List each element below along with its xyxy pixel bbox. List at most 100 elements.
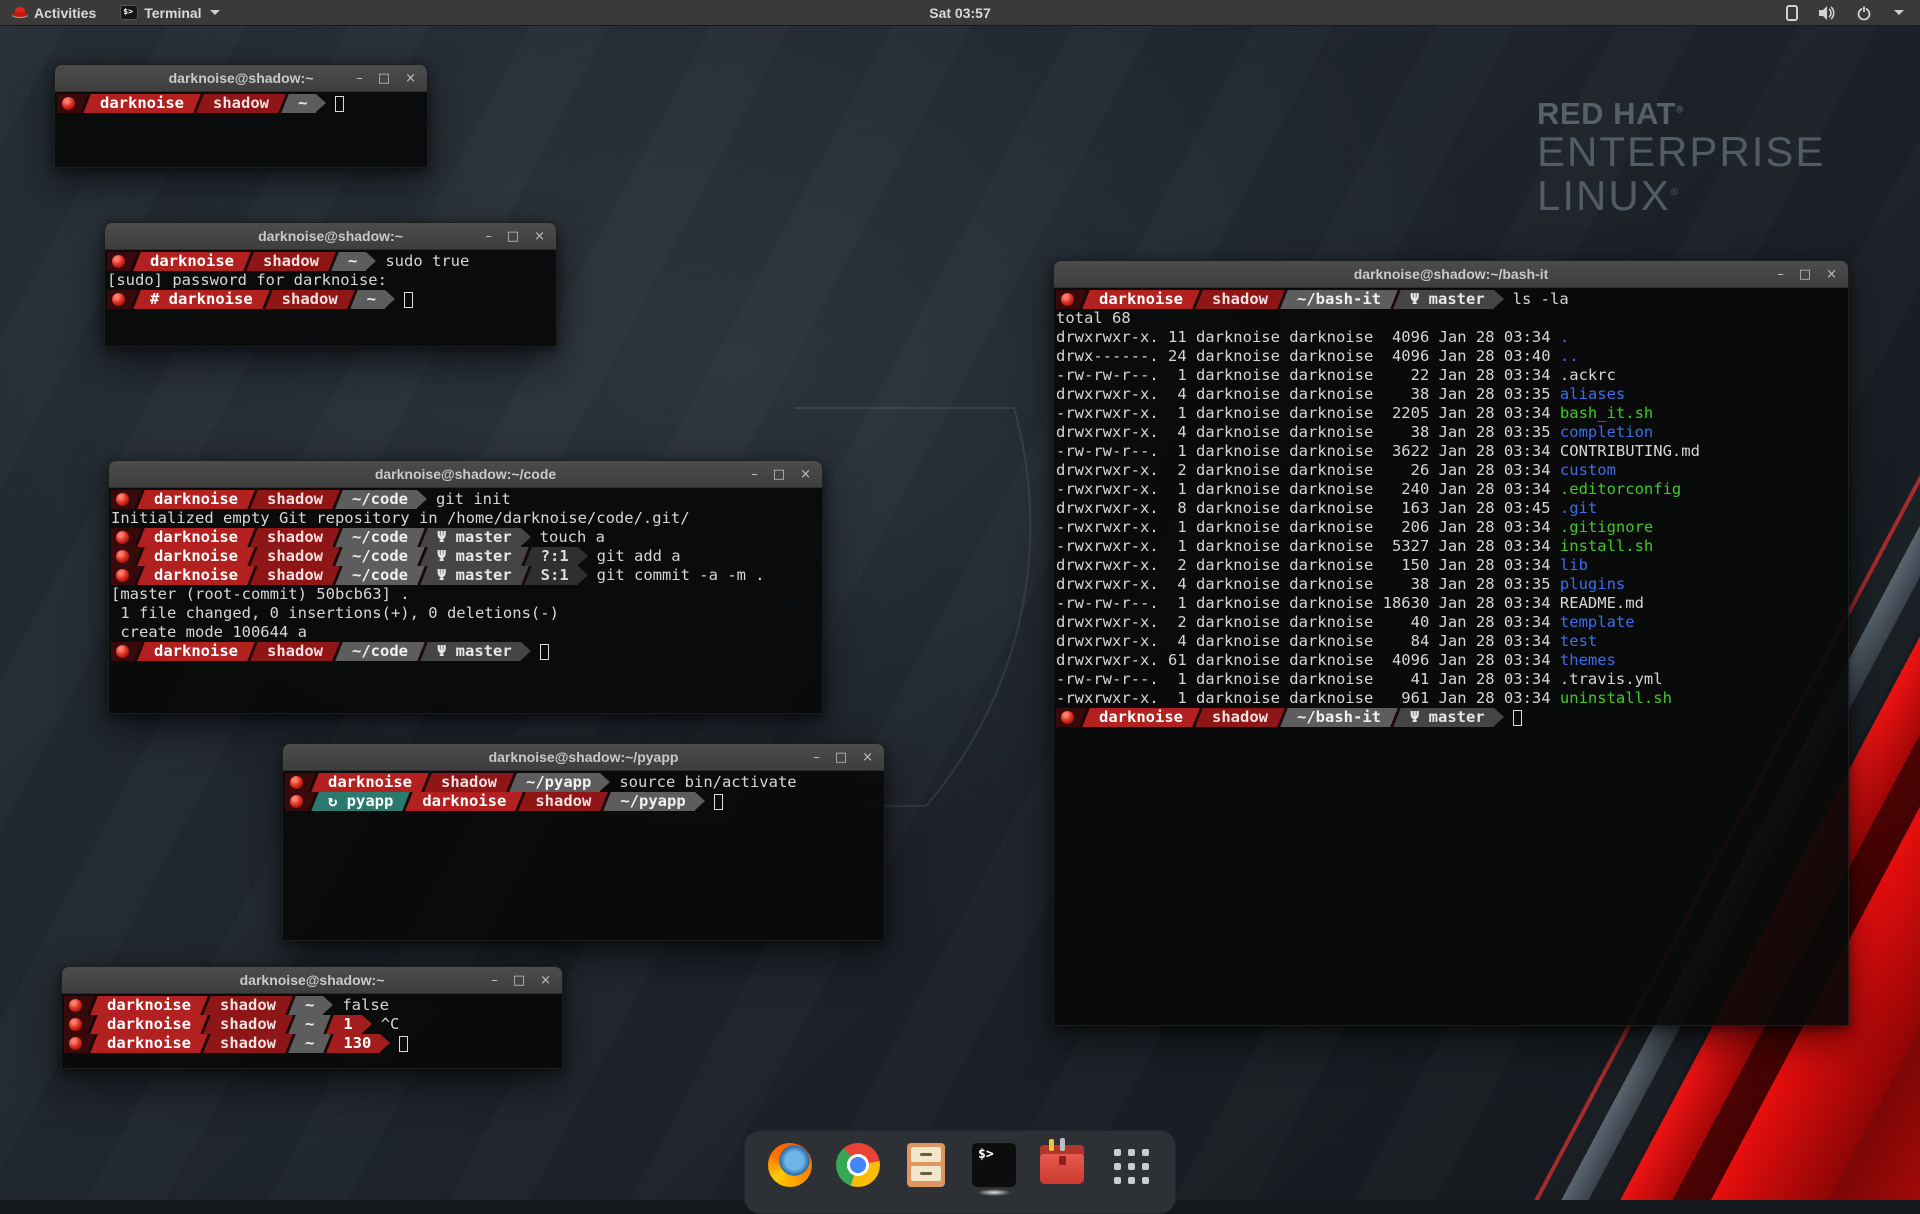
segment-divider <box>421 773 432 792</box>
output-text: custom <box>1560 461 1616 480</box>
window-titlebar[interactable]: darknoise@shadow:~ – □ × <box>55 65 427 92</box>
dock-item-firefox[interactable] <box>767 1143 813 1199</box>
terminal-content[interactable]: darknoiseshadow~falsedarknoiseshadow~1^C… <box>62 994 562 1067</box>
redhat-prompt-icon <box>69 1037 82 1050</box>
segment-divider <box>332 528 343 547</box>
app-grid-icon <box>1108 1143 1152 1187</box>
terminal-cursor <box>399 1036 408 1052</box>
output-text: 1 file changed, 0 insertions(+), 0 delet… <box>111 604 559 623</box>
maximize-button[interactable]: □ <box>507 230 519 243</box>
segment-divider <box>247 566 258 585</box>
segment-divider <box>600 792 611 811</box>
prompt-line: darknoiseshadow~130 <box>64 1034 562 1053</box>
maximize-button[interactable]: □ <box>378 72 390 85</box>
prompt-arrow-icon <box>323 996 333 1014</box>
minimize-button[interactable]: – <box>356 72 363 85</box>
output-text: install.sh <box>1560 537 1653 556</box>
prompt-segment-cwd: ~ <box>296 1015 323 1034</box>
prompt-line: darknoiseshadow~/codeΨ master <box>111 642 822 661</box>
terminal-window-5: darknoise@shadow:~–□×darknoiseshadow~fal… <box>61 966 563 1069</box>
terminal-window-4: darknoise@shadow:~/pyapp–□×darknoiseshad… <box>282 743 885 941</box>
prompt-line: darknoiseshadow~/codeΨ mastertouch a <box>111 528 822 547</box>
output-text: drwx------. 24 darknoise darknoise 4096 … <box>1056 347 1560 366</box>
window-titlebar[interactable]: darknoise@shadow:~/code–□× <box>109 461 822 488</box>
maximize-button[interactable]: □ <box>1799 268 1811 281</box>
power-icon <box>1856 5 1872 21</box>
prompt-line: darknoiseshadow~false <box>64 996 562 1015</box>
terminal-content[interactable]: darknoiseshadow~/bash-itΨ masterls -lato… <box>1054 288 1848 1024</box>
minimize-button[interactable]: – <box>751 468 758 481</box>
prompt-segment-logo <box>64 996 87 1015</box>
close-button[interactable]: × <box>862 751 873 764</box>
close-button[interactable]: × <box>800 468 811 481</box>
redhat-prompt-icon <box>116 550 129 563</box>
prompt-segment-host: shadow <box>211 996 285 1015</box>
output-text: [master (root-commit) 50bcb63] . <box>111 585 410 604</box>
redhat-prompt-icon <box>69 1018 82 1031</box>
dock-item-app-grid[interactable] <box>1107 1143 1153 1199</box>
prompt-arrow-icon <box>521 528 531 546</box>
system-status-area[interactable] <box>1786 0 1920 25</box>
terminal-content[interactable]: darknoiseshadow~/codegit initInitialized… <box>109 488 822 712</box>
terminal-content[interactable]: darknoiseshadow~sudo true[sudo] password… <box>105 250 556 345</box>
terminal-content[interactable]: darknoiseshadow~/pyappsource bin/activat… <box>283 771 884 939</box>
segment-divider <box>521 566 532 585</box>
maximize-button[interactable]: □ <box>773 468 785 481</box>
prompt-arrow-icon <box>600 773 610 791</box>
window-titlebar[interactable]: darknoise@shadow:~–□× <box>105 223 556 250</box>
output-text: -rwxrwxr-x. 1 darknoise darknoise 240 Ja… <box>1056 480 1560 499</box>
segment-divider <box>308 792 319 811</box>
window-titlebar[interactable]: darknoise@shadow:~/pyapp–□× <box>283 744 884 771</box>
minimize-button[interactable]: – <box>485 230 492 243</box>
window-titlebar[interactable]: darknoise@shadow:~–□× <box>62 967 562 994</box>
window-controls: – □ × <box>813 744 873 770</box>
prompt-segment-logo <box>285 773 308 792</box>
running-indicator <box>977 1189 1011 1196</box>
redhat-prompt-icon <box>116 531 129 544</box>
window-titlebar[interactable]: darknoise@shadow:~/bash-it–□× <box>1054 261 1848 288</box>
close-button[interactable]: × <box>534 230 545 243</box>
command-text: touch a <box>540 528 605 547</box>
output-text: drwxrwxr-x. 4 darknoise darknoise 84 Jan… <box>1056 632 1560 651</box>
segment-divider <box>332 642 343 661</box>
prompt-arrow-icon <box>380 1034 390 1052</box>
segment-divider <box>308 773 319 792</box>
minimize-button[interactable]: – <box>813 751 820 764</box>
close-button[interactable]: × <box>405 72 416 85</box>
segment-divider <box>80 94 91 113</box>
window-title: darknoise@shadow:~ <box>169 70 314 86</box>
registered-mark: ® <box>1671 187 1680 198</box>
prompt-segment-cwd: ~/code <box>343 528 417 547</box>
segment-divider <box>87 1034 98 1053</box>
close-button[interactable]: × <box>540 974 551 987</box>
brand-line-1: RED HAT® <box>1537 98 1825 130</box>
clock[interactable]: Sat 03:57 <box>929 5 990 21</box>
prompt-segment-user: darknoise <box>1090 708 1192 727</box>
dock: $> <box>744 1130 1176 1214</box>
dock-item-files[interactable] <box>903 1143 949 1199</box>
output-line: -rw-rw-r--. 1 darknoise darknoise 18630 … <box>1056 594 1848 613</box>
prompt-segment-exit: 1 <box>334 1015 361 1034</box>
prompt-segment-cwd: ~/code <box>343 642 417 661</box>
prompt-segment-logo <box>107 290 130 309</box>
output-line: Initialized empty Git repository in /hom… <box>111 509 822 528</box>
focused-app-menu[interactable]: $> Terminal <box>108 0 231 25</box>
terminal-content[interactable]: darknoiseshadow~ <box>55 92 427 166</box>
close-button[interactable]: × <box>1826 268 1837 281</box>
chevron-down-icon <box>1894 10 1904 15</box>
segment-divider <box>247 490 258 509</box>
dock-item-toolbox[interactable] <box>1039 1143 1085 1199</box>
segment-divider <box>130 252 141 271</box>
dock-item-chrome[interactable] <box>835 1143 881 1199</box>
minimize-button[interactable]: – <box>1777 268 1784 281</box>
maximize-button[interactable]: □ <box>513 974 525 987</box>
prompt-segment-host: shadow <box>211 1034 285 1053</box>
prompt-segment-git: Ψ master <box>428 528 521 547</box>
prompt-segment-cwd: ~/bash-it <box>1288 708 1390 727</box>
output-text: .git <box>1560 499 1597 518</box>
maximize-button[interactable]: □ <box>835 751 847 764</box>
output-text: bash_it.sh <box>1560 404 1653 423</box>
dock-item-terminal[interactable]: $> <box>971 1143 1017 1199</box>
activities-button[interactable]: Activities <box>0 0 108 25</box>
minimize-button[interactable]: – <box>491 974 498 987</box>
